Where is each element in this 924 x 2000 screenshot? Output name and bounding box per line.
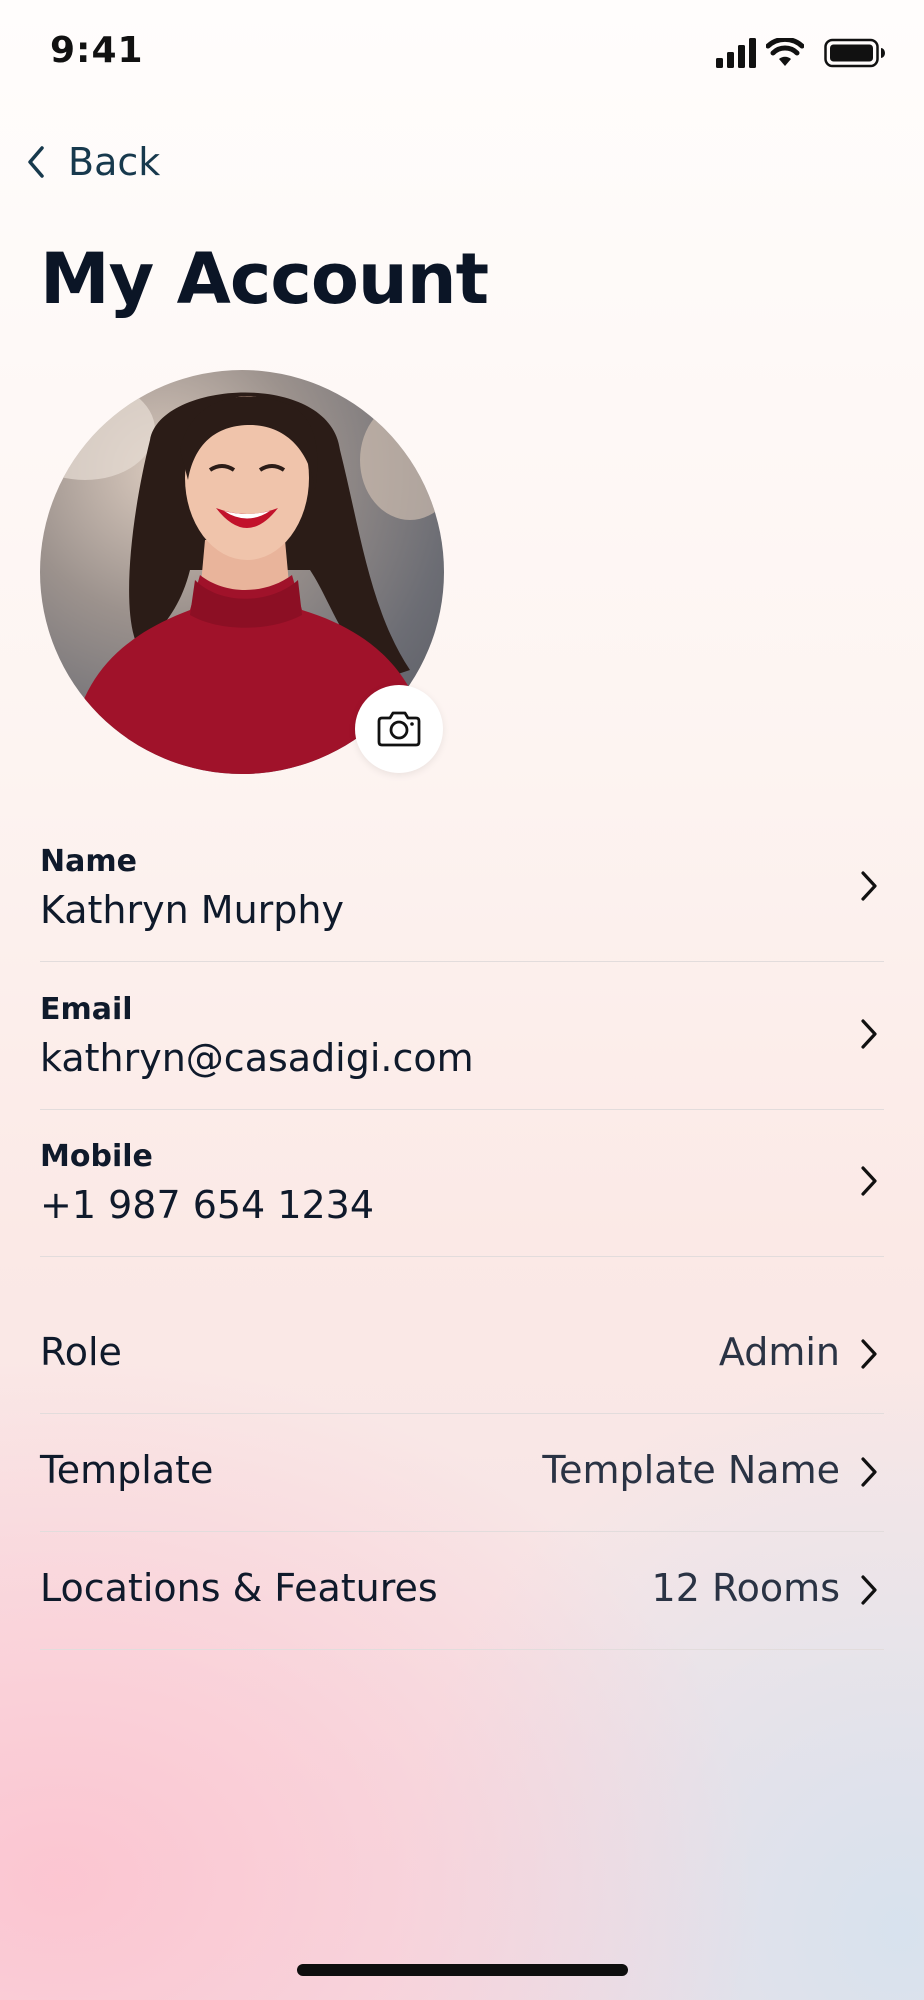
- battery-icon: [824, 38, 885, 68]
- field-value: Kathryn Murphy: [40, 888, 344, 932]
- field-label: Name: [40, 844, 137, 879]
- setting-label: Role: [40, 1330, 122, 1374]
- chevron-right-icon: [861, 871, 877, 901]
- setting-value: Admin: [718, 1330, 840, 1374]
- change-photo-button[interactable]: [355, 685, 443, 773]
- email-field-row[interactable]: Email kathryn@casadigi.com: [40, 962, 884, 1110]
- name-field-row[interactable]: Name Kathryn Murphy: [40, 814, 884, 962]
- field-value: +1 987 654 1234: [40, 1183, 375, 1227]
- field-label: Mobile: [40, 1139, 153, 1174]
- template-row[interactable]: Template Template Name: [40, 1414, 884, 1532]
- chevron-right-icon: [861, 1166, 877, 1196]
- setting-value: 12 Rooms: [651, 1566, 840, 1610]
- field-label: Email: [40, 992, 133, 1027]
- chevron-right-icon: [861, 1339, 877, 1369]
- back-button[interactable]: Back: [22, 136, 202, 188]
- setting-value: Template Name: [542, 1448, 840, 1492]
- page-title: My Account: [40, 238, 489, 320]
- chevron-left-icon: [28, 146, 44, 178]
- setting-label: Template: [40, 1448, 214, 1492]
- locations-features-row[interactable]: Locations & Features 12 Rooms: [40, 1532, 884, 1650]
- wifi-icon: [766, 38, 804, 66]
- role-row[interactable]: Role Admin: [40, 1296, 884, 1414]
- chevron-right-icon: [861, 1457, 877, 1487]
- camera-icon: [377, 711, 421, 747]
- status-bar: 9:41: [0, 0, 924, 110]
- mobile-field-row[interactable]: Mobile +1 987 654 1234: [40, 1109, 884, 1257]
- home-indicator[interactable]: [297, 1964, 628, 1976]
- field-value: kathryn@casadigi.com: [40, 1036, 474, 1080]
- back-label: Back: [68, 140, 161, 184]
- chevron-right-icon: [861, 1575, 877, 1605]
- avatar-container: [40, 370, 444, 774]
- signal-icon: [716, 38, 756, 68]
- setting-label: Locations & Features: [40, 1566, 438, 1610]
- chevron-right-icon: [861, 1019, 877, 1049]
- status-time: 9:41: [50, 30, 144, 71]
